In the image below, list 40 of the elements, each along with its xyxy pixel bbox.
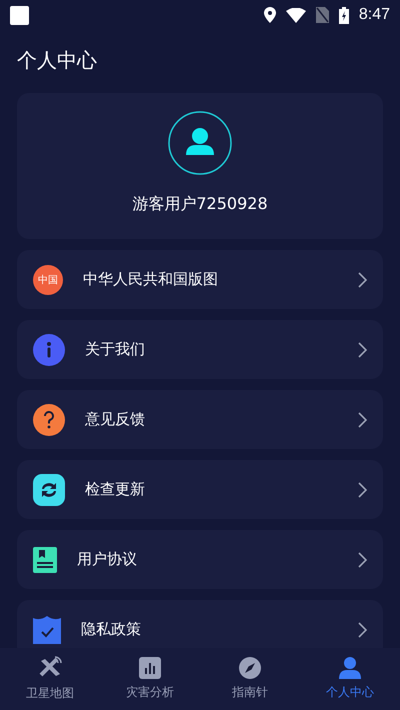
nav-tab[interactable]: 灾害分析 [100, 648, 200, 710]
nav-tab[interactable]: 指南针 [200, 648, 300, 710]
china-badge: 中国 [33, 264, 63, 294]
nav-tab[interactable]: 卫星地图 [0, 648, 100, 710]
compass-icon [239, 657, 261, 679]
username: 游客用户7250928 [132, 194, 268, 215]
profile-card[interactable]: 游客用户7250928 [17, 93, 383, 239]
chevron-right-icon [358, 272, 367, 288]
menu-label: 隐私政策 [81, 620, 142, 639]
person-icon [339, 657, 361, 679]
menu-item[interactable]: 中国 中华人民共和国版图 [17, 250, 383, 309]
menu-item[interactable]: 检查更新 [17, 460, 383, 519]
info-icon [33, 334, 65, 366]
menu-label: 用户协议 [77, 550, 138, 569]
location-icon [264, 7, 276, 23]
no-sim-icon [316, 7, 329, 23]
clock-time: 8:47 [358, 6, 390, 24]
page-title: 个人中心 [16, 47, 98, 74]
menu-item[interactable]: 意见反馈 [17, 390, 383, 449]
menu-label: 中华人民共和国版图 [83, 270, 219, 289]
chevron-right-icon [358, 622, 367, 638]
chevron-right-icon [358, 552, 367, 568]
refresh-icon [33, 474, 65, 506]
menu-label: 关于我们 [85, 340, 146, 359]
avatar-icon [168, 111, 232, 175]
menu-item[interactable]: 隐私政策 [17, 600, 383, 648]
book-icon [33, 546, 57, 572]
bar-chart-icon [139, 657, 161, 679]
menu-label: 检查更新 [85, 480, 146, 499]
chevron-right-icon [358, 342, 367, 358]
chevron-right-icon [358, 482, 367, 498]
help-icon [33, 404, 65, 436]
nav-tab[interactable]: 个人中心 [300, 648, 400, 710]
battery-icon [338, 6, 349, 24]
chevron-right-icon [358, 412, 367, 428]
menu-item[interactable]: 关于我们 [17, 320, 383, 379]
menu-label: 意见反馈 [85, 410, 146, 429]
wifi-icon [286, 8, 306, 22]
notification-icon [10, 6, 29, 24]
menu-item[interactable]: 用户协议 [17, 530, 383, 589]
